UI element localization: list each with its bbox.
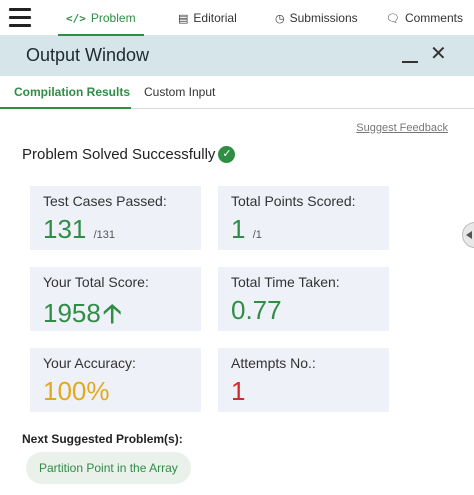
- suggest-feedback-link[interactable]: Suggest Feedback: [356, 122, 448, 134]
- attempts-card: Attempts No.: 1: [218, 348, 389, 412]
- result-status: Problem Solved Successfully ✓: [22, 146, 236, 163]
- score-value: 1958🡡: [43, 295, 122, 339]
- window-title: Output Window: [26, 45, 150, 65]
- clock-icon: ◷: [275, 12, 285, 25]
- test-cases-passed: 131: [43, 214, 87, 244]
- attempts-label: Attempts No.:: [231, 355, 316, 371]
- top-nav: </> Problem ▤ Editorial ◷ Submissions 🗨 …: [0, 0, 474, 36]
- accuracy-label: Your Accuracy:: [43, 355, 136, 371]
- points-scored: 1: [231, 214, 246, 244]
- next-problem-chip[interactable]: Partition Point in the Array: [26, 452, 191, 484]
- active-tab-indicator: [0, 107, 131, 109]
- tab-comments-label: Comments: [404, 11, 463, 25]
- arrow-up-icon: 🡡: [102, 298, 122, 328]
- status-text: Problem Solved Successfully: [22, 146, 216, 163]
- code-icon: </>: [66, 11, 86, 25]
- score-card: Your Total Score: 1958🡡: [30, 267, 201, 331]
- points-value: 1 /1: [231, 214, 262, 245]
- test-cases-value: 131 /131: [43, 214, 115, 245]
- time-label: Total Time Taken:: [231, 274, 340, 290]
- tab-comments[interactable]: 🗨 Comments: [386, 0, 463, 36]
- tab-problem-label: Problem: [90, 11, 136, 25]
- attempts-value: 1: [231, 376, 246, 406]
- output-window-header: Output Window: [0, 36, 474, 76]
- tab-editorial[interactable]: ▤ Editorial: [178, 0, 237, 36]
- close-icon[interactable]: ✕: [430, 44, 447, 64]
- test-cases-label: Test Cases Passed:: [43, 193, 167, 209]
- score-number: 1958: [43, 298, 101, 328]
- tab-submissions-label: Submissions: [289, 11, 358, 25]
- menu-icon[interactable]: [9, 8, 31, 27]
- comment-icon: 🗨: [386, 12, 400, 25]
- points-total: /1: [252, 229, 262, 241]
- time-card: Total Time Taken: 0.77: [218, 267, 389, 331]
- collapse-handle-icon[interactable]: [462, 222, 474, 248]
- tab-custom-input[interactable]: Custom Input: [144, 85, 215, 99]
- tab-compilation-results[interactable]: Compilation Results: [14, 85, 130, 99]
- points-label: Total Points Scored:: [231, 193, 356, 209]
- accuracy-value: 100%: [43, 376, 110, 406]
- check-circle-icon: ✓: [218, 146, 236, 163]
- tab-editorial-label: Editorial: [193, 11, 237, 25]
- test-cases-card: Test Cases Passed: 131 /131: [30, 186, 201, 250]
- next-problems-title: Next Suggested Problem(s):: [22, 432, 183, 446]
- minimize-icon[interactable]: [402, 61, 418, 63]
- document-icon: ▤: [178, 12, 189, 25]
- accuracy-card: Your Accuracy: 100%: [30, 348, 201, 412]
- score-label: Your Total Score:: [43, 274, 149, 290]
- tab-problem[interactable]: </> Problem: [58, 0, 144, 36]
- points-card: Total Points Scored: 1 /1: [218, 186, 389, 250]
- output-tabs: Compilation Results Custom Input: [0, 76, 474, 109]
- tab-submissions[interactable]: ◷ Submissions: [275, 0, 358, 36]
- test-cases-total: /131: [93, 229, 116, 241]
- time-value: 0.77: [231, 295, 282, 325]
